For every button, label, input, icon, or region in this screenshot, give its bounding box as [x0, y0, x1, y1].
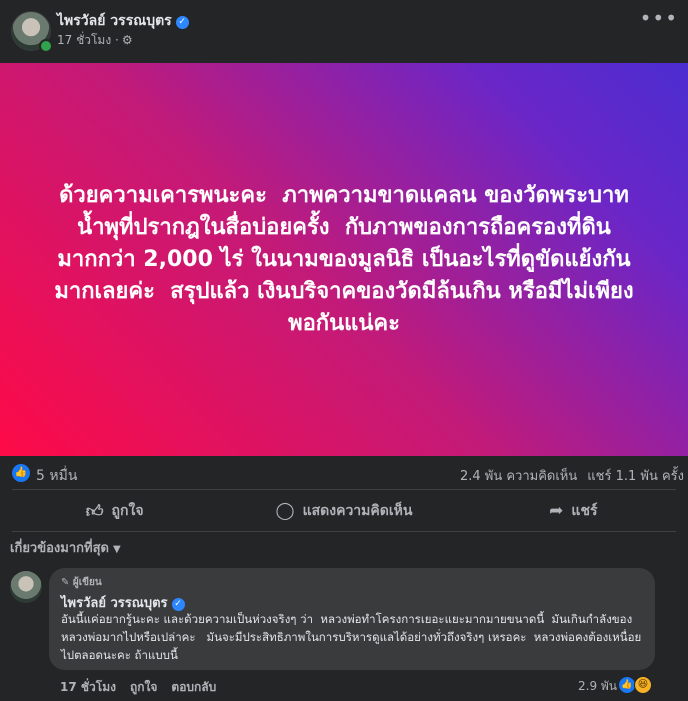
post-header: ไพรวัลย์ วรรณบุตร ✓ 17 ชั่วโมง · ⚙ •••: [0, 0, 688, 62]
commenter-name[interactable]: ไพรวัลย์ วรรณบุตร: [61, 596, 168, 611]
verified-badge-icon: ✓: [175, 16, 189, 29]
post-time[interactable]: 17 ชั่วโมง ·: [57, 33, 119, 47]
comment-sort-label: เกี่ยวข้องมากที่สุด: [10, 541, 109, 556]
engagement-counts: 2.4 พัน ความคิดเห็น แชร์ 1.1 พัน ครั้ง: [450, 465, 684, 486]
chevron-down-icon: ▼: [112, 544, 121, 555]
share-button[interactable]: ➦ แชร์: [459, 492, 688, 530]
post-action-bar: 👍︎ ถูกใจ ◯ แสดงความคิดเห็น ➦ แชร์: [0, 492, 688, 530]
like-reaction-icon[interactable]: 👍: [12, 464, 30, 482]
post-background-banner: ด้วยความเคารพนะคะ ￼ ภาพความขาดแคลน￼ ของว…: [0, 63, 688, 456]
like-button[interactable]: 👍︎ ถูกใจ: [0, 492, 229, 530]
comment-meta: 17 ชั่วโมง ถูกใจ ตอบกลับ: [60, 678, 230, 697]
post-meta: 17 ชั่วโมง · ⚙: [57, 31, 133, 50]
comment-button[interactable]: ◯ แสดงความคิดเห็น: [229, 492, 458, 530]
comment-time[interactable]: 17 ชั่วโมง: [60, 680, 116, 694]
post-stats: 👍 5 หมื่น 2.4 พัน ความคิดเห็น แชร์ 1.1 พั…: [0, 458, 688, 488]
comment-like-button[interactable]: ถูกใจ: [130, 680, 157, 694]
like-icon: 👍︎: [85, 501, 104, 522]
commenter-avatar[interactable]: [10, 571, 42, 603]
comment-icon: ◯: [275, 501, 295, 521]
comment-bubble: ✎ ผู้เขียน ไพรวัลย์ วรรณบุตร ✓ อันนี้แค่อ…: [49, 568, 655, 670]
pencil-icon: ✎: [61, 577, 70, 588]
globe-icon[interactable]: ⚙: [122, 33, 133, 47]
like-button-label: ถูกใจ: [111, 503, 144, 519]
reaction-count[interactable]: 5 หมื่น: [36, 465, 77, 487]
comment-reply-button[interactable]: ตอบกลับ: [171, 680, 216, 694]
author-name-row: ไพรวัลย์ วรรณบุตร ✓: [57, 10, 189, 32]
comment-sort-dropdown[interactable]: เกี่ยวข้องมากที่สุด ▼: [10, 537, 121, 558]
share-button-label: แชร์: [571, 503, 598, 519]
share-count[interactable]: แชร์ 1.1 พัน ครั้ง: [587, 469, 684, 484]
comment-reaction-count[interactable]: 2.9 พัน: [578, 677, 617, 696]
haha-reaction-icon[interactable]: 😆: [634, 676, 652, 694]
more-options-icon[interactable]: •••: [640, 6, 678, 30]
comment-button-label: แสดงความคิดเห็น: [302, 503, 413, 519]
author-badge: ✎ ผู้เขียน: [61, 575, 102, 590]
share-icon: ➦: [549, 501, 564, 521]
author-name[interactable]: ไพรวัลย์ วรรณบุตร: [57, 13, 172, 29]
post-text: ด้วยความเคารพนะคะ ￼ ภาพความขาดแคลน￼ ของว…: [54, 182, 634, 336]
divider: [12, 531, 676, 532]
divider: [12, 489, 676, 490]
comment-count[interactable]: 2.4 พัน ความคิดเห็น: [460, 469, 577, 484]
online-status-icon: [39, 39, 53, 53]
comment-text: อันนี้แค่อยากรู้นะคะ และด้วยความเป็นห่วง…: [61, 612, 642, 662]
author-badge-label: ผู้เขียน: [72, 577, 102, 588]
